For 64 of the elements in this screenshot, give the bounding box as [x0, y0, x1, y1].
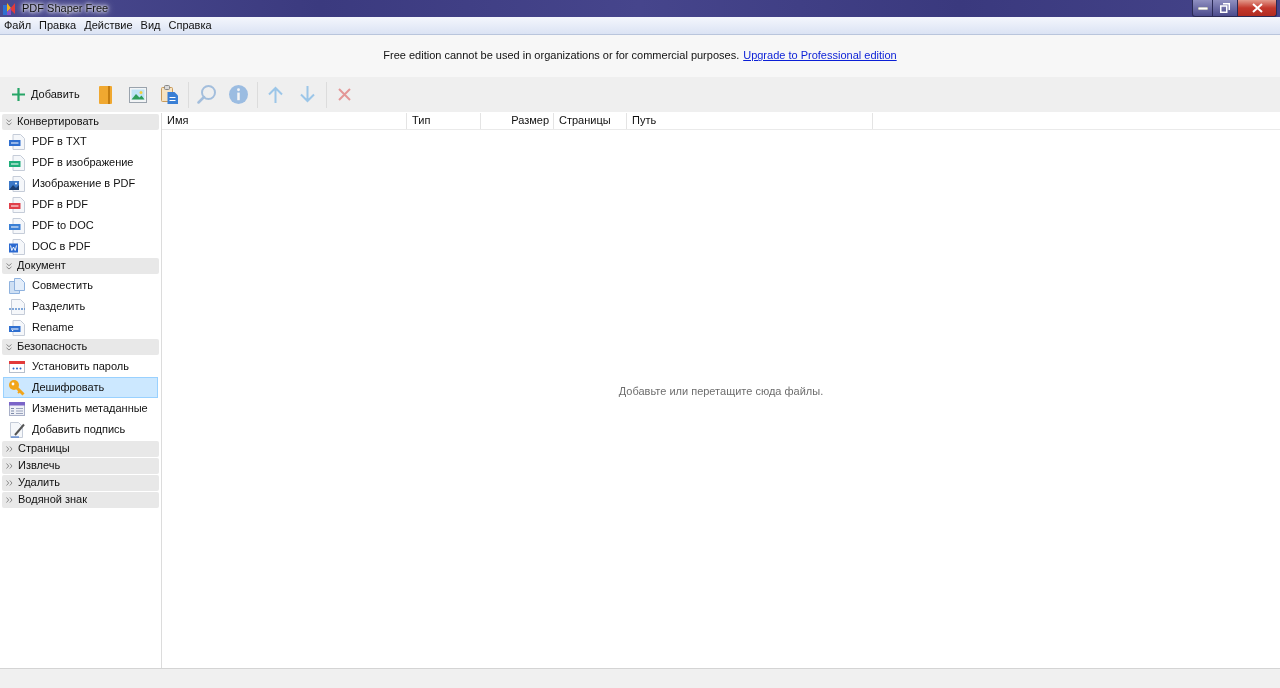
column-header[interactable]: Путь: [627, 113, 873, 129]
list-window-icon: [9, 400, 25, 417]
group-header[interactable]: Водяной знак: [2, 492, 159, 508]
arrow-down-icon: [300, 86, 316, 103]
menu-item[interactable]: Вид: [136, 18, 165, 33]
column-header[interactable]: Размер: [481, 113, 554, 129]
restore-icon: [1220, 3, 1230, 13]
group-header[interactable]: Безопасность: [2, 339, 159, 355]
sidebar-item[interactable]: Rename: [3, 317, 158, 338]
group-header[interactable]: Удалить: [2, 475, 159, 491]
app-logo-icon: [3, 2, 15, 15]
menu-item[interactable]: Правка: [35, 18, 81, 33]
sidebar-item[interactable]: PDF в PDF: [3, 194, 158, 215]
picture-file-icon: [9, 175, 25, 192]
pdf-file-icon: [9, 196, 25, 213]
search-icon: [197, 85, 217, 104]
add-button[interactable]: Добавить: [8, 84, 84, 105]
word-file-icon: [9, 238, 25, 255]
group-header[interactable]: Страницы: [2, 441, 159, 457]
clipboard-icon: [161, 85, 179, 104]
sidebar-item[interactable]: Изображение в PDF: [3, 173, 158, 194]
minimize-button[interactable]: [1192, 0, 1213, 17]
empty-list-message: Добавьте или перетащите сюда файлы.: [618, 385, 824, 399]
close-button[interactable]: [1238, 0, 1277, 17]
book-icon: [99, 85, 113, 104]
image-file-icon: [9, 154, 25, 171]
group-header[interactable]: Извлечь: [2, 458, 159, 474]
doc-file-icon: [9, 217, 25, 234]
info-icon: [229, 85, 249, 104]
image-icon: [128, 86, 147, 103]
rename-file-icon: [9, 319, 25, 336]
key-icon: [9, 379, 25, 396]
sidebar-item[interactable]: Дешифровать: [3, 377, 158, 398]
sidebar-item[interactable]: DOC в PDF: [3, 236, 158, 257]
sidebar-item[interactable]: Совместить: [3, 275, 158, 296]
column-header[interactable]: Имя: [162, 113, 407, 129]
close-icon: [1251, 3, 1263, 13]
minimize-icon: [1197, 6, 1208, 10]
sidebar-item[interactable]: Изменить метаданные: [3, 398, 158, 419]
restore-button[interactable]: [1213, 0, 1238, 17]
group-header[interactable]: Документ: [2, 258, 159, 274]
arrow-up-icon: [268, 86, 284, 103]
menu-item[interactable]: Действие: [80, 18, 137, 33]
window-title: PDF Shaper Free: [21, 1, 110, 16]
menu-item[interactable]: Файл: [0, 18, 36, 33]
documents-icon: [9, 277, 25, 294]
sidebar-item[interactable]: Разделить: [3, 296, 158, 317]
sidebar-item[interactable]: PDF в изображение: [3, 152, 158, 173]
text-file-icon: [9, 133, 25, 150]
sidebar-item[interactable]: Установить пароль: [3, 356, 158, 377]
column-header[interactable]: Страницы: [554, 113, 627, 129]
sidebar-item[interactable]: Добавить подпись: [3, 419, 158, 440]
pen-document-icon: [9, 421, 25, 438]
cross-icon: [338, 88, 352, 101]
menu-item[interactable]: Справка: [164, 18, 216, 33]
sidebar-item[interactable]: PDF to DOC: [3, 215, 158, 236]
split-file-icon: [9, 298, 25, 315]
plus-icon: [12, 88, 25, 101]
column-header[interactable]: Тип: [407, 113, 481, 129]
license-notice: Free edition cannot be used in organizations or for commercial purposes.: [383, 49, 740, 63]
sidebar-item[interactable]: PDF в TXT: [3, 131, 158, 152]
group-header[interactable]: Конвертировать: [2, 114, 159, 130]
upgrade-link[interactable]: Upgrade to Professional edition: [743, 49, 897, 63]
password-window-icon: [9, 358, 25, 375]
